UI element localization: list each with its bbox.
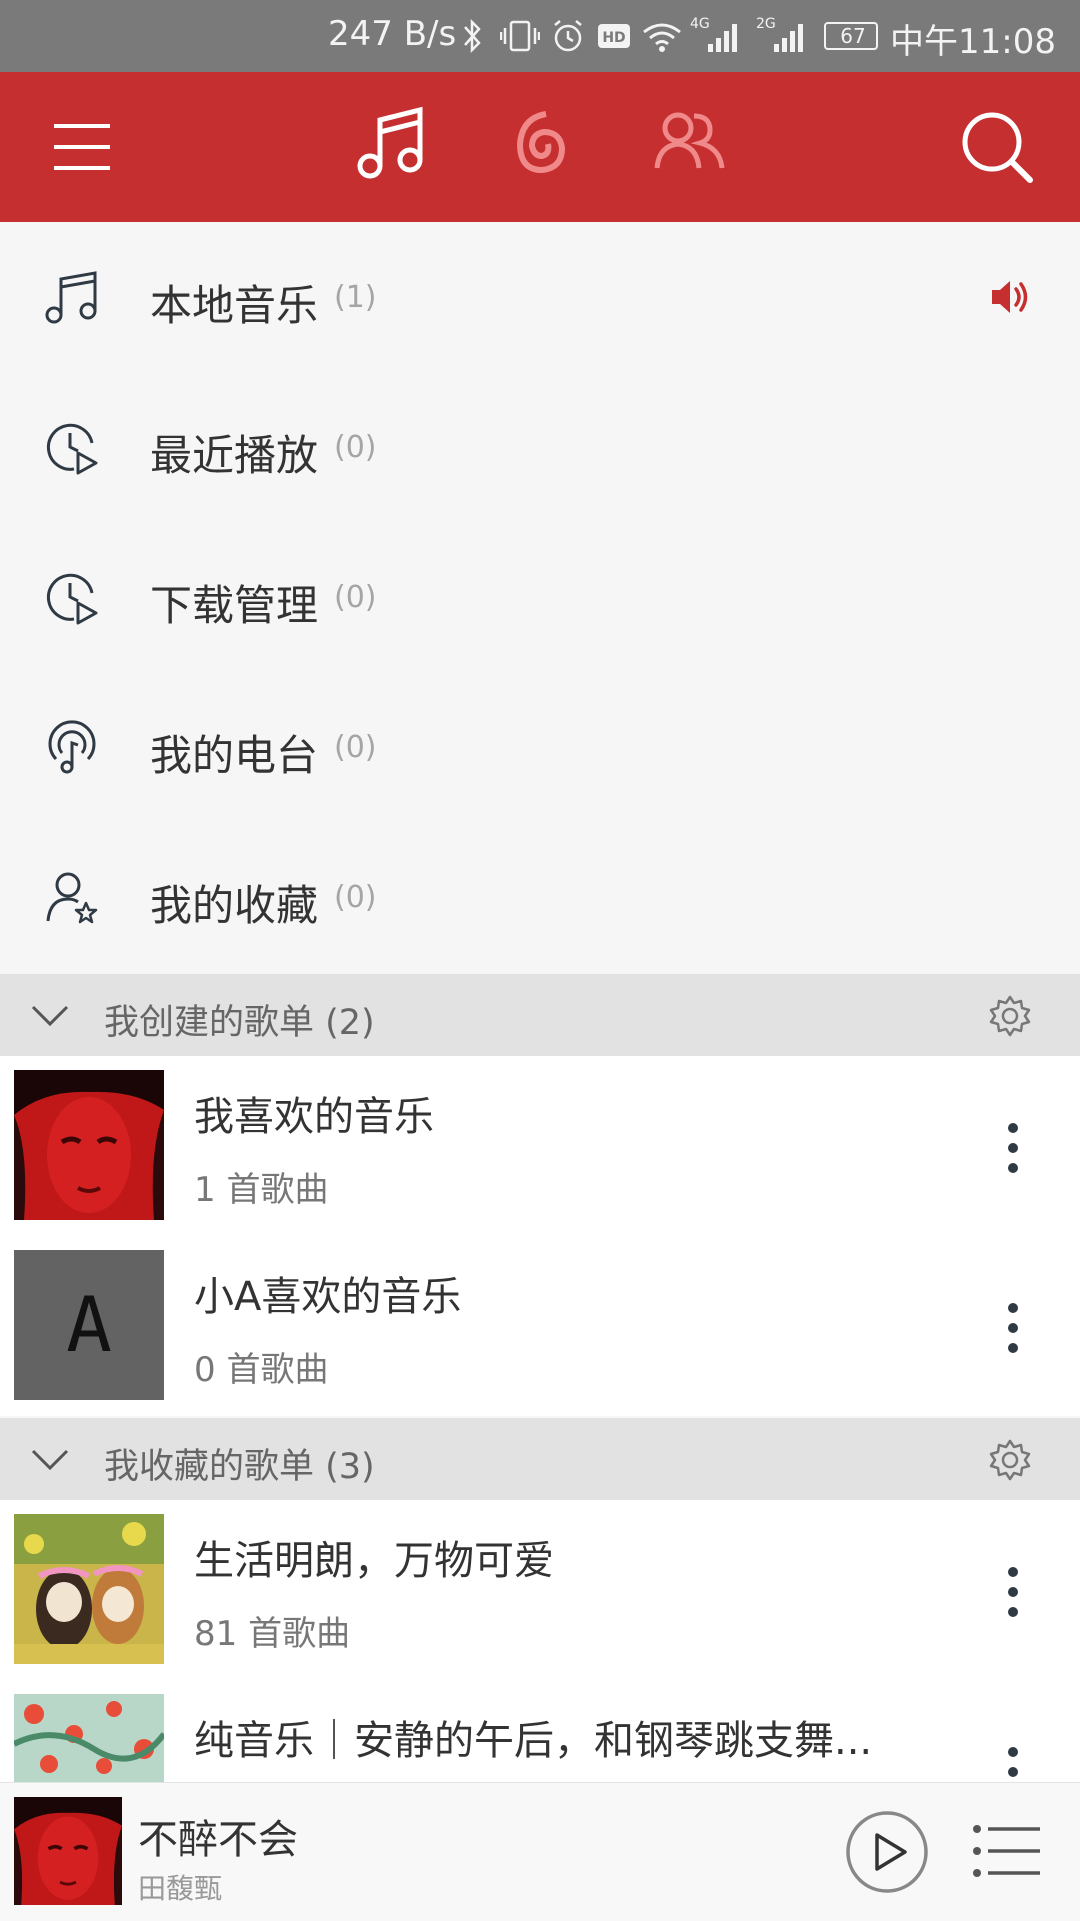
playlist-cover: A — [14, 1250, 164, 1400]
music-note-icon[interactable] — [356, 106, 426, 182]
playlist-cover-letter: A — [66, 1280, 112, 1369]
menu-item-local-music[interactable]: 本地音乐 (1) — [0, 222, 1080, 372]
more-options-icon[interactable] — [1000, 1300, 1026, 1356]
menu-item-count: (1) — [334, 280, 377, 315]
play-button[interactable] — [844, 1809, 930, 1895]
created-playlists-header[interactable]: 我创建的歌单 (2) — [0, 974, 1080, 1056]
playlist-song-count: 0 首歌曲 — [194, 1350, 329, 1390]
user-star-icon — [46, 872, 98, 924]
collected-playlists-header[interactable]: 我收藏的歌单 (3) — [0, 1418, 1080, 1500]
playlist-row[interactable]: 我喜欢的音乐 1 首歌曲 — [0, 1056, 1080, 1236]
status-bar: 247 B/s HD 4G 2G 67 中午11:08 — [0, 0, 1080, 72]
menu-item-count: (0) — [334, 430, 377, 465]
my-music-menu: 本地音乐 (1) 最近播放 (0) 下载管理 (0) 我的电台 (0) 我的收藏… — [0, 222, 1080, 974]
battery-level: 67 — [840, 24, 866, 48]
download-manage-icon — [46, 573, 98, 625]
menu-item-label: 本地音乐 — [150, 281, 319, 330]
menu-item-count: (0) — [334, 580, 377, 615]
now-playing-title: 不醉不会 — [138, 1817, 298, 1863]
menu-item-count: (0) — [334, 880, 377, 915]
signal-icon — [708, 24, 737, 52]
signal-icon-2 — [774, 24, 803, 52]
top-nav-bar — [0, 72, 1080, 222]
chevron-down-icon[interactable] — [30, 998, 70, 1032]
playlist-cover — [14, 1694, 164, 1782]
now-playing-cover[interactable] — [14, 1797, 122, 1905]
wifi-icon — [643, 23, 681, 52]
section-title: 我创建的歌单 (2) — [104, 1003, 375, 1043]
playlist-row[interactable]: 生活明朗，万物可爱 81 首歌曲 — [0, 1500, 1080, 1680]
playlist-row[interactable]: A 小A喜欢的音乐 0 首歌曲 — [0, 1236, 1080, 1416]
playlist-title: 小A喜欢的音乐 — [194, 1274, 462, 1320]
gear-icon[interactable] — [988, 994, 1032, 1038]
alarm-icon — [554, 20, 582, 52]
svg-text:HD: HD — [602, 30, 625, 46]
playlist-cover — [14, 1070, 164, 1220]
more-options-icon[interactable] — [1000, 1744, 1026, 1782]
recent-play-icon — [46, 423, 98, 475]
music-note-icon — [45, 271, 97, 324]
chevron-down-icon[interactable] — [30, 1442, 70, 1476]
bluetooth-icon — [464, 18, 481, 54]
gear-icon[interactable] — [988, 1438, 1032, 1482]
mini-player[interactable]: 不醉不会 田馥甄 — [0, 1782, 1080, 1921]
menu-item-download-manage[interactable]: 下载管理 (0) — [0, 522, 1080, 672]
menu-item-label: 最近播放 — [150, 431, 319, 480]
netease-logo-icon[interactable] — [512, 108, 568, 176]
playlist-row[interactable]: 纯音乐｜安静的午后，和钢琴跳支舞... — [0, 1680, 1080, 1782]
friends-icon[interactable] — [654, 110, 726, 172]
section-title: 我收藏的歌单 (3) — [104, 1447, 375, 1487]
menu-item-count: (0) — [334, 730, 377, 765]
battery-icon: 67 — [824, 22, 878, 50]
menu-item-label: 我的电台 — [150, 731, 319, 780]
clock: 中午11:08 — [890, 22, 1056, 62]
menu-item-recent-play[interactable]: 最近播放 (0) — [0, 372, 1080, 522]
now-playing-artist: 田馥甄 — [138, 1872, 223, 1905]
playlist-song-count: 1 首歌曲 — [194, 1170, 329, 1210]
playlist-title: 纯音乐｜安静的午后，和钢琴跳支舞... — [194, 1718, 873, 1764]
playlist-queue-icon[interactable] — [972, 1823, 1042, 1879]
more-options-icon[interactable] — [1000, 1120, 1026, 1176]
playlist-song-count: 81 首歌曲 — [194, 1614, 351, 1654]
vibrate-icon — [500, 20, 540, 52]
playlist-title: 生活明朗，万物可爱 — [194, 1538, 554, 1584]
menu-item-label: 我的收藏 — [150, 881, 319, 930]
search-icon[interactable] — [960, 110, 1034, 184]
menu-item-my-collection[interactable]: 我的收藏 (0) — [0, 822, 1080, 972]
speaker-playing-icon — [992, 281, 1028, 313]
playlist-title: 我喜欢的音乐 — [194, 1094, 434, 1140]
playlist-cover — [14, 1514, 164, 1664]
menu-item-label: 下载管理 — [150, 581, 319, 630]
net-speed: 247 B/s — [328, 14, 457, 54]
hd-icon: HD — [598, 24, 630, 48]
more-options-icon[interactable] — [1000, 1564, 1026, 1620]
radio-icon — [48, 720, 96, 774]
menu-item-my-radio[interactable]: 我的电台 (0) — [0, 672, 1080, 822]
menu-icon[interactable] — [52, 122, 112, 172]
